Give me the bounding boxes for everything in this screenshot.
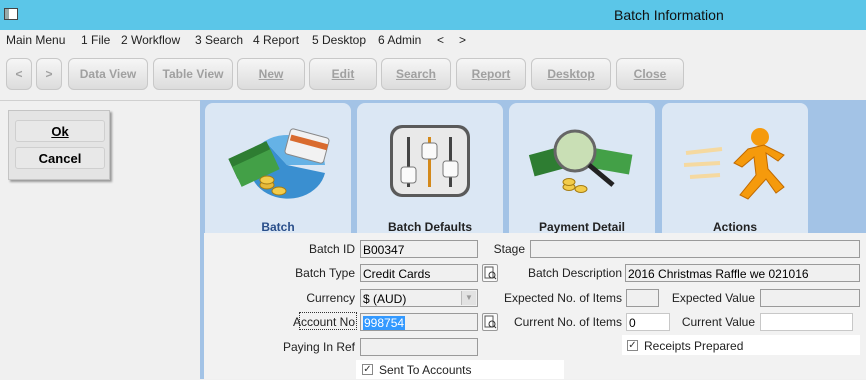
batch-type-label: Batch Type <box>295 266 355 280</box>
money-card-pie-icon <box>228 128 330 199</box>
batch-id-label: Batch ID <box>308 242 355 256</box>
menu-file[interactable]: 1 File <box>81 33 110 47</box>
report-button-label: Report <box>471 67 511 81</box>
tab-payment-detail[interactable] <box>509 103 655 233</box>
close-button-label: Close <box>633 67 667 81</box>
batch-id-field[interactable]: B00347 <box>360 240 478 258</box>
menu-forward[interactable]: > <box>459 33 466 47</box>
batch-type-lookup-icon[interactable] <box>482 264 498 282</box>
menu-workflow[interactable]: 2 Workflow <box>121 33 180 47</box>
desktop-button-label: Desktop <box>547 67 595 81</box>
new-button-label: New <box>258 67 284 81</box>
expected-items-field[interactable] <box>626 289 659 307</box>
menu-back[interactable]: < <box>437 33 444 47</box>
currency-label: Currency <box>306 291 355 305</box>
menu-admin[interactable]: 6 Admin <box>378 33 421 47</box>
table-view-button[interactable]: Table View <box>153 58 233 90</box>
menu-main[interactable]: Main Menu <box>6 33 65 47</box>
search-button[interactable]: Search <box>381 58 451 90</box>
batch-type-field[interactable]: Credit Cards <box>360 264 478 282</box>
new-button[interactable]: New <box>237 58 305 90</box>
currency-value: $ (AUD) <box>363 292 407 306</box>
back-button[interactable]: < <box>6 58 32 90</box>
running-man-icon <box>683 128 785 200</box>
chevron-down-icon[interactable]: ▼ <box>461 291 476 305</box>
current-items-label: Current No. of Items <box>513 315 622 329</box>
report-button[interactable]: Report <box>456 58 526 90</box>
menu-report[interactable]: 4 Report <box>253 33 299 47</box>
sliders-icon <box>390 125 470 197</box>
search-button-label: Search <box>395 67 437 81</box>
data-view-button[interactable]: Data View <box>68 58 148 90</box>
expected-value-label: Expected Value <box>671 291 755 305</box>
current-items-field[interactable]: 0 <box>626 313 670 331</box>
current-value-field[interactable] <box>760 313 853 331</box>
app-window-icon[interactable] <box>4 8 18 20</box>
tab-actions-label: Actions <box>712 220 757 234</box>
batch-description-field[interactable]: 2016 Christmas Raffle we 021016 <box>625 264 860 282</box>
account-no-lookup-icon[interactable] <box>482 313 498 331</box>
desktop-button[interactable]: Desktop <box>531 58 611 90</box>
edit-button[interactable]: Edit <box>309 58 377 90</box>
batch-description-label: Batch Description <box>527 266 622 280</box>
tab-batch[interactable] <box>205 103 351 233</box>
tab-payment-detail-label: Payment Detail <box>538 220 626 234</box>
edit-button-label: Edit <box>331 67 355 81</box>
window-title: Batch Information <box>614 7 724 23</box>
cancel-button[interactable]: Cancel <box>15 147 105 169</box>
receipts-prepared-checkbox[interactable]: ✓ <box>627 340 638 351</box>
receipts-prepared-label: Receipts Prepared <box>644 339 744 353</box>
current-value-label: Current Value <box>681 315 755 329</box>
magnifier-money-icon <box>528 129 633 193</box>
sent-to-accounts-label: Sent To Accounts <box>379 363 472 377</box>
stage-label: Stage <box>493 242 525 256</box>
menu-search[interactable]: 3 Search <box>195 33 243 47</box>
stage-field[interactable] <box>530 240 860 258</box>
sent-to-accounts-checkbox[interactable]: ✓ <box>362 364 373 375</box>
account-no-value: 998754 <box>363 316 406 330</box>
title-bar <box>0 0 866 30</box>
currency-select[interactable]: $ (AUD) ▼ <box>360 289 478 307</box>
paying-in-ref-label: Paying In Ref <box>282 340 355 354</box>
tab-batch-label: Batch <box>261 220 295 234</box>
account-no-label: Account No <box>292 315 355 329</box>
account-no-field[interactable]: 998754 <box>360 313 478 331</box>
menu-desktop[interactable]: 5 Desktop <box>312 33 366 47</box>
tab-batch-defaults-label: Batch Defaults <box>387 220 473 234</box>
forward-button[interactable]: > <box>36 58 62 90</box>
expected-value-field[interactable] <box>760 289 860 307</box>
ok-label: Ok <box>51 123 69 139</box>
tab-batch-defaults[interactable] <box>357 103 503 233</box>
close-button[interactable]: Close <box>616 58 684 90</box>
tab-actions[interactable] <box>662 103 808 233</box>
ok-button[interactable]: Ok <box>15 120 105 142</box>
expected-items-label: Expected No. of Items <box>503 291 622 305</box>
paying-in-ref-field[interactable] <box>360 338 478 356</box>
